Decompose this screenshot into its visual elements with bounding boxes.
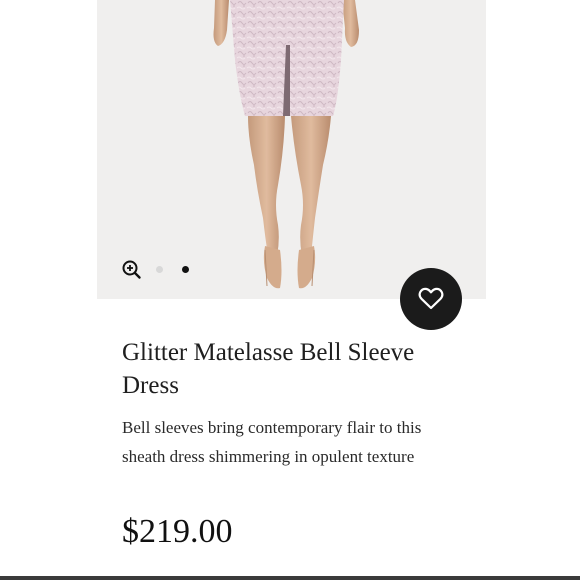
left-hand xyxy=(213,0,229,46)
product-title: Glitter Matelasse Bell Sleeve Dress xyxy=(122,339,415,399)
bottom-divider xyxy=(0,576,580,580)
favorite-button[interactable] xyxy=(400,268,462,330)
product-description: Bell sleeves bring contemporary flair to… xyxy=(122,418,422,466)
gallery-pagination xyxy=(156,264,189,274)
right-leg xyxy=(291,116,331,256)
gallery-dot-2[interactable] xyxy=(182,265,189,273)
gallery-dot-1[interactable] xyxy=(156,265,163,273)
right-hand xyxy=(342,0,359,47)
heart-icon xyxy=(418,287,444,310)
product-page: Glitter Matelasse Bell Sleeve Dress Bell… xyxy=(0,0,580,580)
product-image[interactable] xyxy=(97,0,486,299)
zoom-in-icon[interactable] xyxy=(121,259,143,281)
left-leg xyxy=(248,116,285,256)
dress-photo xyxy=(213,0,359,289)
product-price: $219.00 xyxy=(122,513,233,550)
